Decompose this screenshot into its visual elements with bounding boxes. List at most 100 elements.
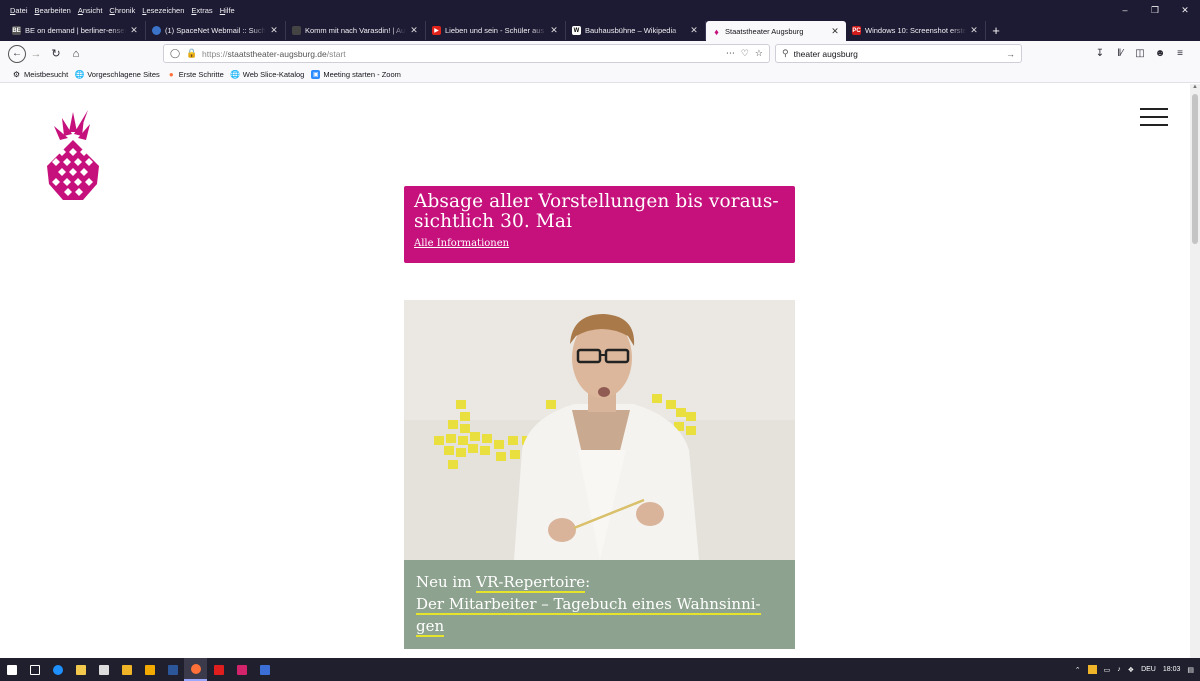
store-icon[interactable]	[92, 658, 115, 681]
dropbox-icon[interactable]: ❖	[1128, 666, 1134, 674]
bookmark-zoom-meeting[interactable]: ▣ Meeting starten - Zoom	[311, 69, 401, 79]
search-go-arrow-icon[interactable]: →	[1006, 49, 1015, 59]
tab-windows-screenshot[interactable]: PC Windows 10: Screenshot erstellen ✕	[846, 21, 986, 40]
task-view-icon[interactable]	[23, 658, 46, 681]
search-icon: ⚲	[782, 48, 789, 58]
notifications-icon[interactable]: ▤	[1187, 666, 1194, 674]
account-icon[interactable]: ☻	[1150, 48, 1170, 59]
der-mitarbeiter-link-continued[interactable]: gen	[416, 617, 445, 637]
pocket-icon[interactable]: ♡	[741, 48, 749, 59]
url-text[interactable]: https://staatstheater-augsburg.de/start	[202, 49, 720, 59]
tab-spacenet-webmail[interactable]: (1) SpaceNet Webmail :: Suchen ✕	[146, 21, 286, 40]
menu-lesezeichen[interactable]: Lesezeichen	[142, 6, 184, 15]
outlook-icon[interactable]	[138, 658, 161, 681]
menu-bar: Datei Bearbeiten Ansicht Chronik Lesezei…	[0, 0, 1200, 20]
bookmark-vorgeschlagene-sites[interactable]: 🌐 Vorgeschlagene Sites	[75, 70, 160, 79]
home-icon[interactable]: ⌂	[66, 44, 86, 64]
acrobat-icon[interactable]	[207, 658, 230, 681]
bookmark-meistbesucht[interactable]: ⚙ Meistbesucht	[12, 70, 68, 79]
close-tab-icon[interactable]: ✕	[689, 25, 699, 36]
menu-extras[interactable]: Extras	[191, 6, 212, 15]
bookmark-label: Vorgeschlagene Sites	[87, 69, 160, 79]
der-mitarbeiter-link[interactable]: Der Mitarbeiter – Tagebuch eines Wahnsin…	[416, 595, 761, 615]
pineapple-logo[interactable]	[44, 108, 102, 204]
hamburger-menu-icon[interactable]	[1140, 108, 1168, 126]
tray-app-icon[interactable]	[1087, 665, 1097, 674]
cancellation-notice: Absage aller Vorstellungen bis voraus-si…	[404, 186, 795, 263]
back-arrow-icon[interactable]: ←	[8, 44, 26, 63]
restore-icon[interactable]: ❐	[1140, 0, 1170, 20]
bookmark-label: Web Slice-Katalog	[242, 69, 305, 79]
varasdin-favicon-icon	[292, 26, 301, 35]
network-icon[interactable]: ▭	[1104, 666, 1111, 674]
page-scrollbar[interactable]: ▲	[1190, 84, 1200, 658]
close-tab-icon[interactable]: ✕	[129, 25, 139, 36]
tab-berliner-ensemble[interactable]: BE BE on demand | berliner-ensemble ✕	[6, 21, 146, 40]
close-tab-icon[interactable]: ✕	[269, 25, 279, 36]
all-information-link[interactable]: Alle Informationen	[414, 238, 509, 249]
search-input[interactable]	[793, 48, 1006, 59]
bookmark-erste-schritte[interactable]: ● Erste Schritte	[167, 70, 224, 79]
menu-bearbeiten[interactable]: Bearbeiten	[35, 6, 71, 15]
file-explorer-icon[interactable]	[69, 658, 92, 681]
bookmark-label: Meistbesucht	[24, 69, 69, 79]
forward-arrow-icon[interactable]: →	[26, 44, 46, 64]
menu-chronik[interactable]: Chronik	[109, 6, 135, 15]
search-bar[interactable]: ⚲ →	[775, 44, 1022, 63]
notice-title: Absage aller Vorstellungen bis voraus-si…	[414, 192, 785, 232]
windows-start-icon[interactable]	[0, 658, 23, 681]
tray-expand-icon[interactable]: ⌃	[1075, 666, 1081, 674]
close-window-icon[interactable]: ✕	[1170, 0, 1200, 20]
volume-icon[interactable]: ♪	[1117, 666, 1121, 673]
menu-hilfe[interactable]: Hilfe	[220, 6, 235, 15]
tab-lieben-und-sein[interactable]: ▶ Lieben und sein - Schüler aus der ✕	[426, 21, 566, 40]
tab-bauhausbuehne[interactable]: W Bauhausbühne – Wikipedia ✕	[566, 21, 706, 40]
language-indicator[interactable]: DEU	[1141, 666, 1156, 673]
word-document-icon[interactable]	[253, 658, 276, 681]
teaser-photo[interactable]	[404, 300, 795, 560]
firefox-taskbar-icon[interactable]	[184, 658, 207, 681]
menu-ansicht[interactable]: Ansicht	[78, 6, 103, 15]
vr-repertoire-teaser[interactable]: Neu im VR-Repertoire: Der Mitarbeiter – …	[404, 300, 795, 649]
downloads-icon[interactable]: ↧	[1090, 48, 1110, 59]
edge-browser-icon[interactable]	[46, 658, 69, 681]
close-tab-icon[interactable]: ✕	[549, 25, 559, 36]
zoom-icon: ▣	[311, 69, 321, 79]
shield-icon[interactable]: ◯	[170, 48, 182, 59]
minimize-icon[interactable]: –	[1110, 0, 1140, 20]
bookmarks-toolbar: ⚙ Meistbesucht 🌐 Vorgeschlagene Sites ● Ers…	[0, 66, 1200, 83]
globe-icon: 🌐	[74, 69, 85, 79]
app-menu-icon[interactable]: ≡	[1170, 48, 1190, 59]
url-protocol: https://	[202, 48, 228, 59]
vr-repertoire-link[interactable]: VR-Repertoire	[476, 573, 586, 593]
page-actions-icon[interactable]: ⋯	[726, 48, 735, 59]
browser-titlebar: Datei Bearbeiten Ansicht Chronik Lesezei…	[0, 0, 1200, 42]
reload-icon[interactable]: ↻	[46, 44, 66, 64]
indesign-icon[interactable]	[230, 658, 253, 681]
address-bar[interactable]: ◯ 🔒 https://staatstheater-augsburg.de/st…	[163, 44, 770, 63]
url-path: /start	[326, 48, 346, 59]
lock-icon[interactable]: 🔒	[186, 48, 198, 59]
sidebar-icon[interactable]: ◫	[1130, 48, 1150, 59]
scroll-thumb[interactable]	[1192, 94, 1198, 244]
word-icon[interactable]	[161, 658, 184, 681]
bookmark-star-icon[interactable]: ☆	[755, 48, 763, 59]
close-tab-icon[interactable]: ✕	[409, 25, 419, 36]
scroll-up-arrow-icon[interactable]: ▲	[1190, 84, 1200, 92]
library-icon[interactable]: ‖⁄	[1110, 48, 1130, 59]
new-tab-icon[interactable]: +	[986, 23, 1006, 38]
window-controls: – ❐ ✕	[1110, 0, 1200, 20]
system-tray: ⌃ ▭ ♪ ❖ DEU 18:03 ▤	[1068, 658, 1194, 681]
tab-staatstheater-augsburg[interactable]: ♦ Staatstheater Augsburg ✕	[706, 21, 846, 42]
tab-varasdin[interactable]: Komm mit nach Varasdin! | Auf ✕	[286, 21, 426, 40]
teaser-caption: Neu im VR-Repertoire: Der Mitarbeiter – …	[404, 560, 795, 649]
clock[interactable]: 18:03	[1163, 666, 1181, 673]
close-tab-icon[interactable]: ✕	[969, 25, 979, 36]
menu-datei[interactable]: Datei	[10, 6, 28, 15]
close-tab-icon[interactable]: ✕	[830, 26, 840, 37]
youtube-favicon-icon: ▶	[432, 26, 441, 35]
webmail-favicon-icon	[152, 26, 161, 35]
pc-favicon-icon: PC	[852, 26, 861, 35]
media-player-icon[interactable]	[115, 658, 138, 681]
bookmark-web-slice-katalog[interactable]: 🌐 Web Slice-Katalog	[230, 69, 305, 79]
